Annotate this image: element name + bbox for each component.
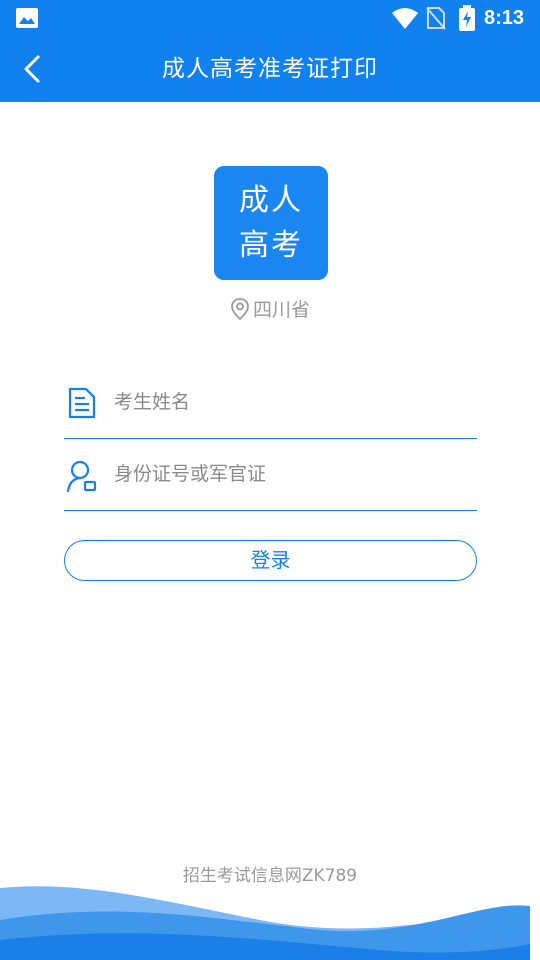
- region-label: 四川省: [252, 299, 310, 321]
- name-field: [64, 382, 477, 439]
- battery-charging-icon: [459, 5, 475, 31]
- status-time: 8:13: [484, 7, 525, 29]
- login-button[interactable]: 登录: [64, 540, 477, 581]
- document-icon: [68, 387, 96, 419]
- logo-line-2: 高考: [239, 228, 303, 263]
- student-name-input[interactable]: [114, 384, 464, 420]
- status-bar: 8:13: [0, 0, 540, 36]
- id-number-input[interactable]: [114, 456, 464, 492]
- region-indicator: 四川省: [0, 296, 540, 324]
- no-sim-icon: [426, 7, 446, 30]
- logo-line-1: 成人: [239, 183, 303, 218]
- image-icon: [16, 8, 38, 28]
- wifi-icon: [392, 8, 418, 29]
- footer-wave-decoration: [0, 886, 530, 960]
- id-field: [64, 454, 477, 511]
- user-id-icon: [66, 460, 97, 492]
- location-pin-icon: [231, 298, 249, 321]
- page-title: 成人高考准考证打印: [162, 56, 378, 82]
- app-bar: 成人高考准考证打印: [0, 36, 540, 102]
- app-logo: 成人 高考: [214, 166, 328, 280]
